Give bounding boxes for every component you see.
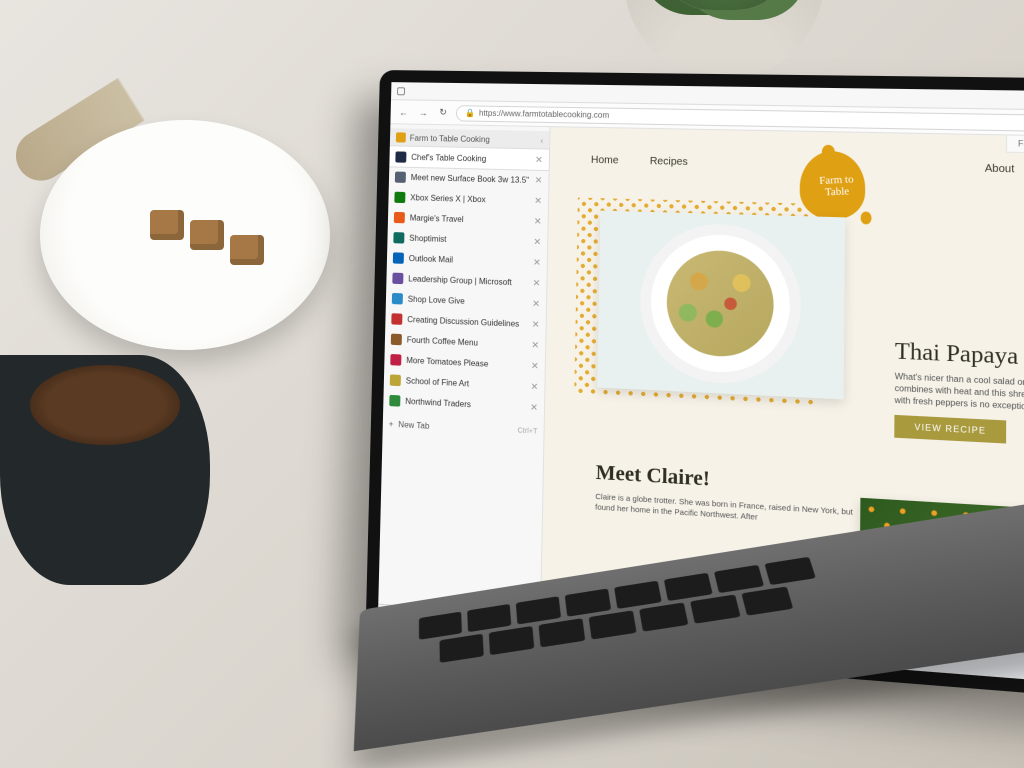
tab-close-button[interactable]: ✕ [534, 195, 542, 206]
tab-group-label: Farm to Table Cooking [410, 133, 490, 144]
chevron-left-icon[interactable]: ‹ [540, 136, 543, 145]
recipe-card: Thai Papaya Sa What's nicer than a cool … [894, 337, 1024, 451]
tab-close-button[interactable]: ✕ [532, 298, 540, 310]
plus-icon: + [389, 419, 394, 428]
desk-plant [624, 0, 824, 80]
nav-link[interactable]: About [985, 163, 1015, 176]
tab-favicon-icon [394, 191, 405, 202]
forward-button[interactable]: → [416, 105, 430, 119]
page-tab-label: Farm to Table Cooking [1006, 135, 1024, 155]
recipe-title: Thai Papaya Sa [895, 337, 1024, 376]
back-button[interactable]: ← [396, 105, 410, 119]
window-menu-icon[interactable] [397, 87, 405, 95]
tab-favicon-icon [393, 232, 404, 243]
tab-favicon-icon [391, 313, 402, 325]
desk-coffee-mug [0, 355, 210, 585]
tab-favicon-icon [389, 394, 400, 406]
hero-image-block [597, 211, 900, 403]
tab-title: Xbox Series X | Xbox [410, 193, 529, 205]
site-nav: HomeRecipes AboutContact [550, 127, 1024, 189]
tab-favicon-icon [391, 333, 402, 345]
tab-close-button[interactable]: ✕ [530, 381, 538, 393]
tab-title: Northwind Traders [405, 396, 525, 411]
tab-title: Shoptimist [409, 233, 528, 246]
new-tab-label: New Tab [398, 419, 429, 430]
group-favicon-icon [396, 132, 406, 142]
tab-title: Margie's Travel [410, 213, 529, 226]
tab-favicon-icon [393, 252, 404, 264]
tab-favicon-icon [395, 171, 406, 182]
recipe-description: What's nicer than a cool salad on a summ… [894, 372, 1024, 419]
vertical-tabs-panel: Farm to Table Cooking ‹ Chef's Table Coo… [378, 124, 550, 616]
tab-favicon-icon [394, 211, 405, 222]
refresh-button[interactable]: ↻ [436, 105, 450, 119]
meet-claire-section: Meet Claire! Claire is a globe trotter. … [595, 461, 854, 529]
hero-photo [597, 211, 845, 400]
tab-favicon-icon [392, 292, 403, 304]
tab-title: More Tomatoes Please [406, 355, 526, 370]
tab-close-button[interactable]: ✕ [531, 339, 539, 351]
tab-title: Creating Discussion Guidelines [407, 314, 527, 328]
tab-title: Leadership Group | Microsoft [408, 274, 527, 288]
tab-title: Chef's Table Cooking [411, 152, 530, 164]
tab-close-button[interactable]: ✕ [532, 318, 540, 330]
tab-title: Meet new Surface Book 3w 13.5" [411, 172, 530, 184]
tab-title: Shop Love Give [408, 294, 527, 308]
tab-close-button[interactable]: ✕ [532, 277, 540, 289]
tab-close-button[interactable]: ✕ [533, 236, 541, 248]
tab-close-button[interactable]: ✕ [535, 174, 543, 185]
tab-title: Fourth Coffee Menu [407, 335, 527, 349]
nav-link[interactable]: Home [591, 155, 619, 167]
tab-favicon-icon [392, 272, 403, 284]
lock-icon: 🔒 [465, 108, 475, 117]
tab-favicon-icon [390, 374, 401, 386]
tab-favicon-icon [390, 353, 401, 365]
tab-close-button[interactable]: ✕ [530, 401, 538, 413]
tab-close-button[interactable]: ✕ [533, 257, 541, 269]
desk-plate [40, 120, 330, 350]
tab-title: School of Fine Art [406, 376, 526, 391]
nav-link[interactable]: Recipes [650, 156, 688, 168]
view-recipe-button[interactable]: VIEW RECIPE [894, 415, 1006, 444]
tab-favicon-icon [395, 151, 406, 162]
tab-close-button[interactable]: ✕ [531, 360, 539, 372]
tab-title: Outlook Mail [409, 253, 528, 266]
logo-text: Farm to Table [808, 173, 866, 199]
tab-close-button[interactable]: ✕ [535, 154, 543, 165]
address-url: https://www.farmtotablecooking.com [479, 109, 610, 120]
new-tab-shortcut: Ctrl+T [518, 427, 538, 435]
tab-close-button[interactable]: ✕ [534, 215, 542, 227]
